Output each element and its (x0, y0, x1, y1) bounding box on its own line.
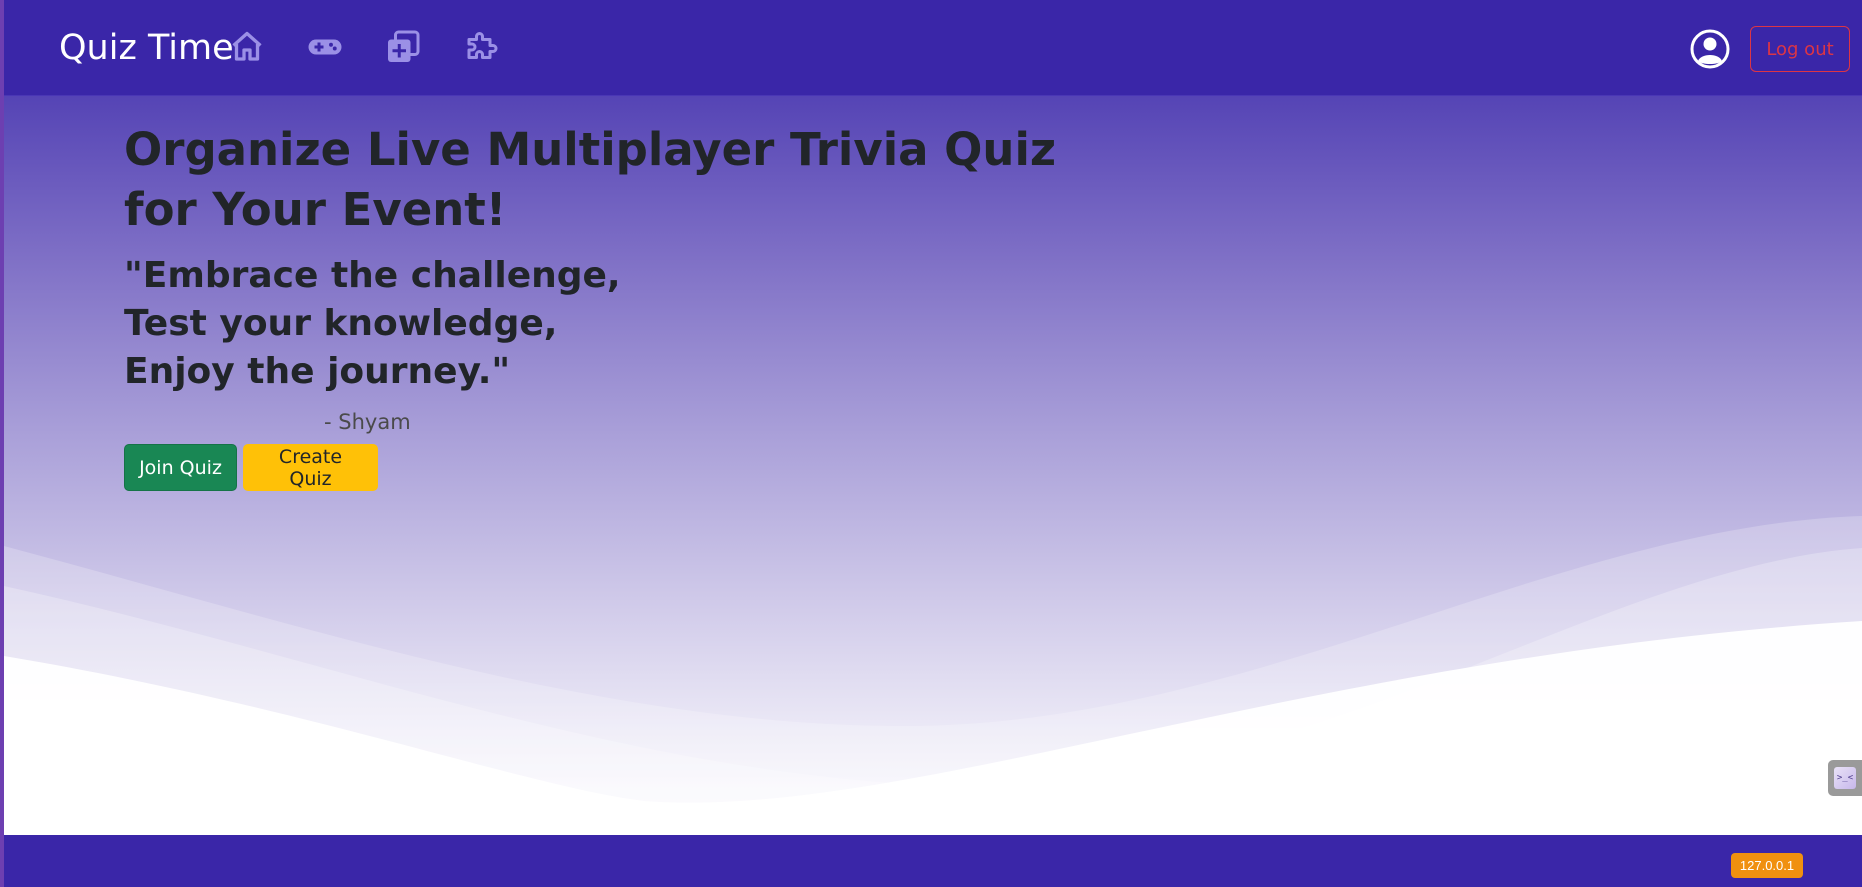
top-navbar: Quiz Time Log out (4, 0, 1862, 96)
home-icon[interactable] (228, 28, 266, 66)
hero-content: Organize Live Multiplayer Trivia Quiz fo… (124, 120, 1124, 491)
quote-line: "Embrace the challenge, (124, 255, 621, 296)
hero-headline: Organize Live Multiplayer Trivia Quiz fo… (124, 123, 1057, 236)
hero-actions: Join Quiz Create Quiz (124, 444, 1124, 491)
page-footer (4, 835, 1862, 887)
puzzle-icon[interactable] (462, 28, 500, 66)
quote-author: - Shyam (324, 410, 411, 434)
quote-line: Test your knowledge, (124, 303, 558, 344)
quote-line: Enjoy the journey." (124, 351, 511, 392)
side-panel-toggle[interactable]: >_< (1828, 760, 1862, 796)
host-badge: 127.0.0.1 (1731, 853, 1803, 878)
add-quiz-icon[interactable] (384, 28, 422, 66)
hero-quote: "Embrace the challenge, Test your knowle… (124, 252, 1124, 396)
extension-icon: >_< (1834, 767, 1856, 789)
app-window: Quiz Time Log out Organize Live Multipla… (4, 0, 1862, 887)
gamepad-icon[interactable] (306, 28, 344, 66)
logout-button[interactable]: Log out (1750, 26, 1850, 72)
user-profile-icon[interactable] (1690, 29, 1730, 69)
brand-logo[interactable]: Quiz Time (59, 26, 234, 70)
join-quiz-button[interactable]: Join Quiz (124, 444, 237, 491)
create-quiz-button[interactable]: Create Quiz (243, 444, 378, 491)
hero-section: Organize Live Multiplayer Trivia Quiz fo… (4, 96, 1862, 835)
